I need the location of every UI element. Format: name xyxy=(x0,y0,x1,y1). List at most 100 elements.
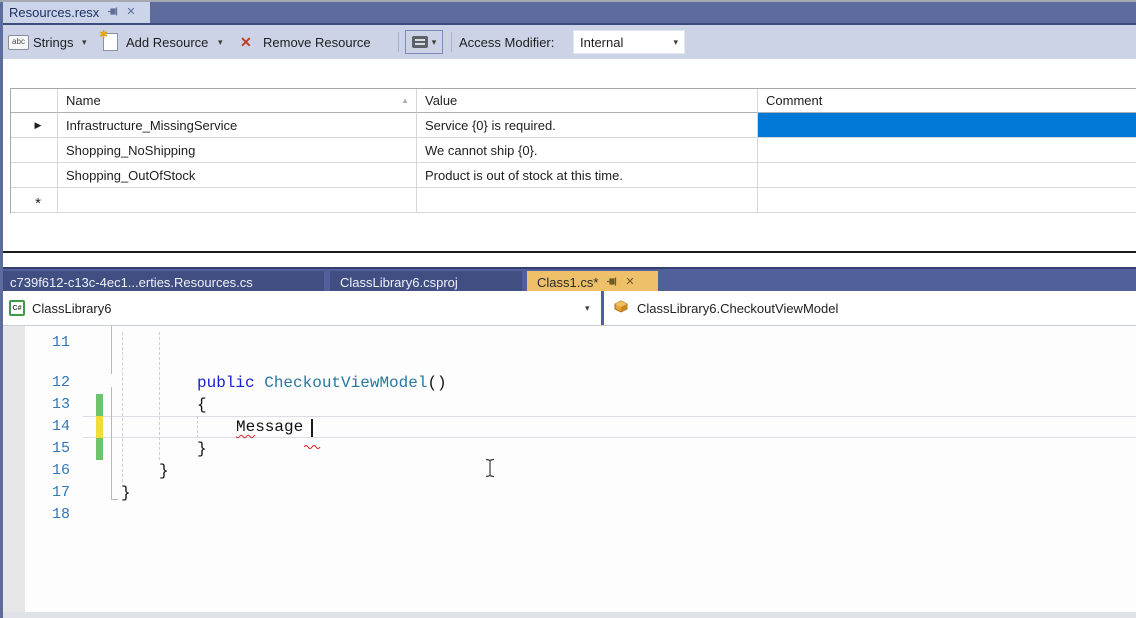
remove-resource-x-icon[interactable]: ✕ xyxy=(240,25,252,59)
grid-cell-name[interactable]: Shopping_OutOfStock xyxy=(58,163,417,188)
grid-header-name[interactable]: Name ▲ xyxy=(58,89,417,113)
current-row-arrow-icon: ▶ xyxy=(34,119,42,130)
toolbar-separator xyxy=(398,32,399,52)
new-star-icon: ✱ xyxy=(99,29,109,41)
table-row: Shopping_NoShipping We cannot ship {0}. xyxy=(11,138,1136,163)
line-number: 13 xyxy=(51,396,70,413)
code-line-17[interactable]: } xyxy=(121,482,131,504)
project-dropdown[interactable]: C# ClassLibrary6 xyxy=(3,291,601,325)
strings-abc-icon: abc xyxy=(8,34,29,50)
strings-filter-label[interactable]: Strings xyxy=(33,25,73,59)
project-name: ClassLibrary6 xyxy=(32,300,112,316)
grid-cell-comment[interactable] xyxy=(758,138,1136,163)
code-editor[interactable]: 11 12 13 14 15 16 17 18 − 0 references p… xyxy=(0,326,1136,612)
line-number: 16 xyxy=(51,462,70,479)
tab-classlibrary6-csproj[interactable]: ClassLibrary6.csproj xyxy=(330,271,522,293)
new-row-asterisk-icon: * xyxy=(35,194,41,212)
change-bar-saved xyxy=(96,394,103,416)
remove-resource-button[interactable]: Remove Resource xyxy=(263,25,371,59)
tab-resources-resx[interactable]: Resources.resx ✕ xyxy=(0,2,150,23)
row-header-new[interactable]: * xyxy=(11,188,58,213)
chevron-down-icon: ▾ xyxy=(673,36,678,47)
strings-filter-button[interactable]: abc xyxy=(8,25,29,59)
grid-cell-name[interactable]: Infrastructure_MissingService xyxy=(58,113,417,138)
editor-tab-well: c739f612-c13c-4ec1...erties.Resources.cs… xyxy=(0,267,1136,293)
table-row: ▶ Infrastructure_MissingService Service … xyxy=(11,113,1136,138)
type-name: ClassLibrary6.CheckoutViewModel xyxy=(637,300,839,316)
access-modifier-value: Internal xyxy=(580,34,624,50)
document-tab-well xyxy=(0,2,1136,23)
grid-cell-name[interactable]: Shopping_NoShipping xyxy=(58,138,417,163)
text-caret xyxy=(311,419,313,437)
view-mode-button[interactable]: ▾ xyxy=(405,30,443,54)
table-row: Shopping_OutOfStock Product is out of st… xyxy=(11,163,1136,188)
breakpoint-margin[interactable] xyxy=(3,326,25,612)
resx-grid-document: Name ▲ Value Comment ▶ Infrastructure_Mi… xyxy=(0,59,1136,251)
tab-resources-designer-cs[interactable]: c739f612-c13c-4ec1...erties.Resources.cs xyxy=(0,271,324,293)
grid-cell-value[interactable]: We cannot ship {0}. xyxy=(417,138,758,163)
line-number: 11 xyxy=(51,334,70,351)
access-modifier-select[interactable]: Internal ▾ xyxy=(573,30,685,54)
outline-line-corner xyxy=(111,499,118,500)
grid-cell-value-empty[interactable] xyxy=(417,188,758,213)
row-header[interactable] xyxy=(11,138,58,163)
datagrid-view-icon xyxy=(411,36,428,48)
line-number: 18 xyxy=(51,506,70,523)
code-line-12[interactable]: public CheckoutViewModel() xyxy=(197,372,447,394)
add-resource-button[interactable]: Add Resource xyxy=(126,25,208,59)
grid-cell-comment[interactable] xyxy=(758,163,1136,188)
grid-cell-name-empty[interactable] xyxy=(58,188,417,213)
grid-cell-comment-selected[interactable] xyxy=(758,113,1136,138)
window-left-edge xyxy=(0,2,3,618)
error-squiggle-text: Me xyxy=(236,418,256,436)
line-number: 14 xyxy=(51,418,70,435)
change-bar-unsaved xyxy=(96,416,103,438)
table-row-new: * xyxy=(11,188,1136,213)
type-dropdown[interactable]: ClassLibrary6.CheckoutViewModel xyxy=(604,291,1136,325)
resource-grid: Name ▲ Value Comment ▶ Infrastructure_Mi… xyxy=(10,88,1136,213)
outline-line xyxy=(111,387,112,500)
code-line-14[interactable]: Message xyxy=(236,416,313,438)
ibeam-mouse-cursor-icon xyxy=(484,458,496,483)
line-number: 17 xyxy=(51,484,70,501)
editor-navigation-bar: C# ClassLibrary6 ▾ ClassLibrary6.Checkou… xyxy=(0,291,1136,326)
pin-icon[interactable] xyxy=(107,5,118,20)
close-icon[interactable]: ✕ xyxy=(625,276,634,288)
strings-dropdown-caret-icon[interactable]: ▾ xyxy=(82,25,87,59)
horizontal-scrollbar[interactable] xyxy=(0,612,1136,618)
close-icon[interactable]: ✕ xyxy=(126,7,135,18)
pane-splitter[interactable] xyxy=(0,251,1136,253)
indent-guide xyxy=(122,332,123,482)
pin-icon[interactable] xyxy=(606,275,617,290)
error-squiggle-icon xyxy=(303,436,321,454)
toolbar-separator xyxy=(451,32,452,52)
access-modifier-label: Access Modifier: xyxy=(459,34,555,50)
grid-corner-cell xyxy=(11,89,58,113)
indent-guide xyxy=(159,332,160,460)
csharp-project-icon: C# xyxy=(9,300,25,316)
grid-header-row: Name ▲ Value Comment xyxy=(11,89,1136,113)
grid-cell-comment-empty[interactable] xyxy=(758,188,1136,213)
grid-cell-value[interactable]: Product is out of stock at this time. xyxy=(417,163,758,188)
code-line-16[interactable]: } xyxy=(159,460,169,482)
add-resource-icon[interactable]: ✱ xyxy=(99,25,118,59)
row-header[interactable] xyxy=(11,163,58,188)
chevron-down-icon[interactable]: ▾ xyxy=(585,303,590,314)
grid-cell-value[interactable]: Service {0} is required. xyxy=(417,113,758,138)
grid-header-comment[interactable]: Comment xyxy=(758,89,1136,113)
tab-class1-cs-active[interactable]: Class1.cs* ✕ xyxy=(527,271,658,293)
indent-guide xyxy=(197,416,198,438)
resx-toolbar: abc Strings ▾ ✱ Add Resource ▾ ✕ Remove … xyxy=(0,25,1136,59)
code-line-15[interactable]: } xyxy=(197,438,207,460)
add-resource-caret-icon[interactable]: ▾ xyxy=(218,25,223,59)
class-icon xyxy=(614,299,629,317)
change-bar-saved xyxy=(96,438,103,460)
visual-studio-window: Resources.resx ✕ abc Strings ▾ ✱ Add Res… xyxy=(0,0,1136,618)
grid-header-value[interactable]: Value xyxy=(417,89,758,113)
code-line-13[interactable]: { xyxy=(197,394,207,416)
tab-title: Resources.resx xyxy=(9,5,100,20)
line-number: 15 xyxy=(51,440,70,457)
row-header-current[interactable]: ▶ xyxy=(11,113,58,138)
sort-ascending-icon: ▲ xyxy=(401,96,409,105)
outline-line xyxy=(111,326,112,374)
